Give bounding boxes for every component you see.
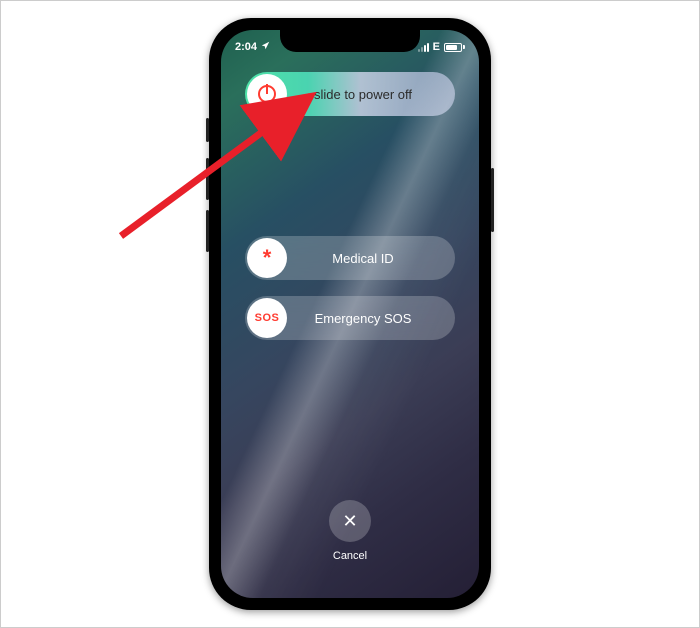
notch (280, 30, 420, 52)
volume-up-button (206, 158, 209, 200)
phone-frame: 2:04 E slide to power off (209, 18, 491, 610)
side-button (491, 168, 494, 232)
asterisk-icon: * (263, 247, 272, 269)
location-icon (261, 41, 270, 53)
silent-switch (206, 118, 209, 142)
power-off-slider[interactable]: slide to power off (245, 72, 455, 116)
medical-id-label: Medical ID (271, 251, 455, 266)
status-time: 2:04 (235, 41, 257, 53)
volume-down-button (206, 210, 209, 252)
battery-icon (444, 43, 465, 52)
emergency-sos-slider[interactable]: SOS Emergency SOS (245, 296, 455, 340)
cancel-area: ✕ Cancel (221, 500, 479, 562)
network-type: E (433, 41, 440, 53)
power-icon (258, 85, 276, 103)
cancel-button[interactable]: ✕ (329, 500, 371, 542)
signal-icon (418, 43, 429, 52)
close-icon: ✕ (342, 511, 357, 532)
power-off-label: slide to power off (271, 87, 455, 102)
cancel-label: Cancel (333, 550, 367, 562)
phone-screen: 2:04 E slide to power off (221, 30, 479, 598)
emergency-sos-label: Emergency SOS (271, 311, 455, 326)
medical-id-slider[interactable]: * Medical ID (245, 236, 455, 280)
slider-stack: slide to power off * Medical ID SOS Emer… (221, 72, 479, 352)
